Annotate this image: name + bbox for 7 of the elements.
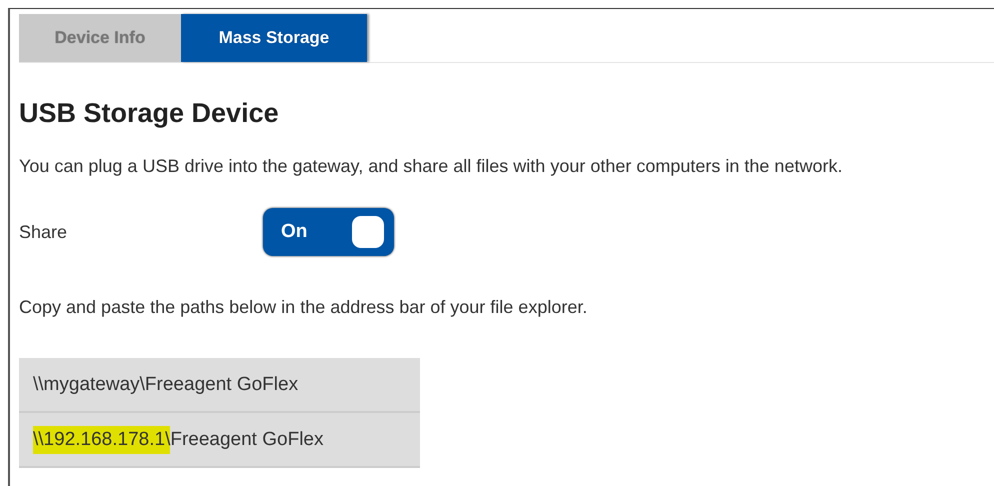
page-heading: USB Storage Device [19, 97, 280, 130]
share-toggle[interactable]: On [263, 208, 394, 256]
tab[interactable]: Mass Storage [181, 14, 367, 62]
description-text: You can plug a USB drive into the gateway, and share all files with your other computers in the network. [19, 155, 844, 178]
path-text: \\mygateway\Freeagent GoFlex [19, 358, 420, 414]
share-label: Share [19, 220, 68, 244]
instructions-text: Copy and paste the paths below in the address bar of your file explorer. [19, 296, 588, 320]
